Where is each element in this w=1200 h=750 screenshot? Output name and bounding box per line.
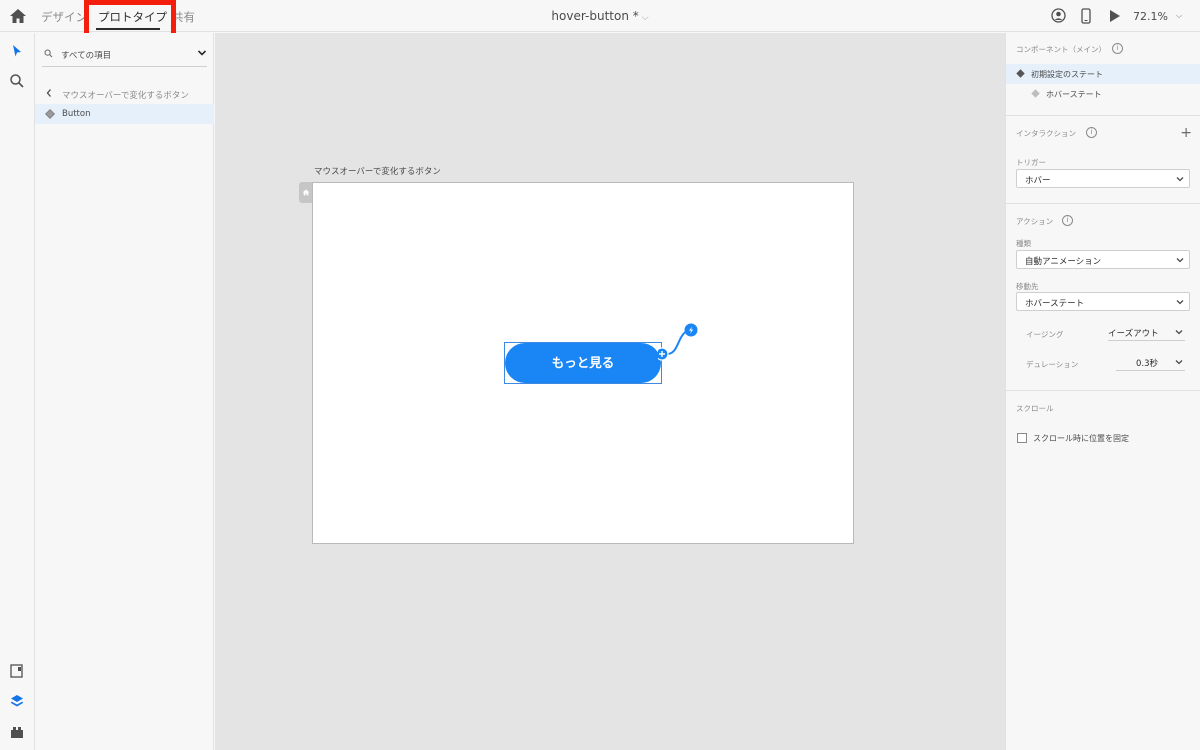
info-icon[interactable]: i [1062,215,1073,226]
layers-panel: すべての項目 マウスオーバーで変化するボタン Button [35,33,214,750]
document-title-text: hover-button * [551,9,639,23]
filter-label: すべての項目 [61,51,112,61]
chevron-down-icon[interactable] [197,48,207,58]
layers-icon[interactable] [9,693,25,709]
home-icon [302,189,310,196]
canvas[interactable]: マウスオーバーで変化するボタン もっと見る [215,33,1005,750]
state-label: 初期設定のステート [1031,70,1103,79]
action-type-value: 自動アニメーション [1025,257,1102,267]
chevron-down-icon[interactable]: ⌵ [1176,11,1182,21]
divider [1006,390,1200,391]
divider [1006,203,1200,204]
artboard-name: マウスオーバーで変化するボタン [62,91,189,101]
layer-item-button[interactable]: Button [35,104,214,124]
trigger-label: トリガー [1016,158,1046,167]
plugins-icon[interactable] [9,724,25,740]
layer-item-label: Button [62,109,91,119]
chevron-down-icon [1176,300,1184,305]
more-button[interactable]: もっと見る [505,343,661,383]
artboard[interactable]: もっと見る [312,182,854,544]
trigger-value: ホバー [1025,176,1051,186]
fix-position-checkbox[interactable] [1017,433,1027,443]
assets-icon[interactable] [9,663,25,679]
state-label: ホバーステート [1046,90,1102,99]
scroll-section-title: スクロール [1016,404,1054,413]
search-icon[interactable] [9,73,25,89]
chevron-down-icon [1176,177,1184,182]
left-toolbar [0,33,35,750]
top-bar: デザイン プロトタイプ 共有 hover-button * ⌵ 72.1% ⌵ [0,0,1200,43]
play-icon[interactable] [1109,9,1121,23]
layer-filter[interactable]: すべての項目 [42,43,207,67]
component-section-title: コンポーネント（メイン） [1016,45,1106,54]
home-artboard-tab[interactable] [299,182,313,203]
component-diamond-icon [1031,89,1040,98]
chevron-left-icon[interactable] [45,88,53,98]
chevron-down-icon: ⌵ [641,13,649,23]
duration-value: 0.3秒 [1136,359,1159,369]
fix-position-label: スクロール時に位置を固定 [1033,434,1129,443]
component-diamond-icon [1016,69,1025,78]
easing-label: イージング [1026,330,1064,339]
info-icon[interactable]: i [1112,43,1123,54]
duration-select[interactable]: 0.3秒 [1116,354,1185,371]
user-icon[interactable] [1051,8,1066,23]
state-item-hover[interactable]: ホバーステート [1006,84,1200,104]
artboard-title[interactable]: マウスオーバーで変化するボタン [314,165,441,177]
chevron-down-icon [1175,360,1183,365]
info-icon[interactable]: i [1086,127,1097,138]
type-label: 種類 [1016,239,1031,248]
interaction-wire[interactable] [658,323,698,363]
document-title[interactable]: hover-button * ⌵ [0,9,1200,23]
divider [1006,115,1200,116]
trigger-select[interactable]: ホバー [1016,169,1190,188]
destination-value: ホバーステート [1025,299,1085,309]
chevron-down-icon [1175,330,1183,335]
easing-select[interactable]: イーズアウト [1108,324,1185,341]
zoom-level[interactable]: 72.1% [1133,10,1168,23]
easing-value: イーズアウト [1108,329,1159,339]
destination-label: 移動先 [1016,282,1039,291]
interaction-section-title: インタラクション [1016,129,1076,138]
mobile-preview-icon[interactable] [1081,8,1091,24]
component-diamond-icon [45,109,55,119]
state-item-default[interactable]: 初期設定のステート [1006,64,1200,84]
action-type-select[interactable]: 自動アニメーション [1016,250,1190,269]
destination-select[interactable]: ホバーステート [1016,292,1190,311]
search-icon [44,49,53,58]
property-inspector: コンポーネント（メイン） i + 初期設定のステート ホバーステート インタラク… [1005,33,1200,750]
add-interaction-button[interactable]: + [1180,126,1192,140]
duration-label: デュレーション [1026,360,1079,369]
action-section-title: アクション [1016,217,1054,226]
chevron-down-icon [1176,258,1184,263]
select-arrow-icon[interactable] [9,43,25,59]
